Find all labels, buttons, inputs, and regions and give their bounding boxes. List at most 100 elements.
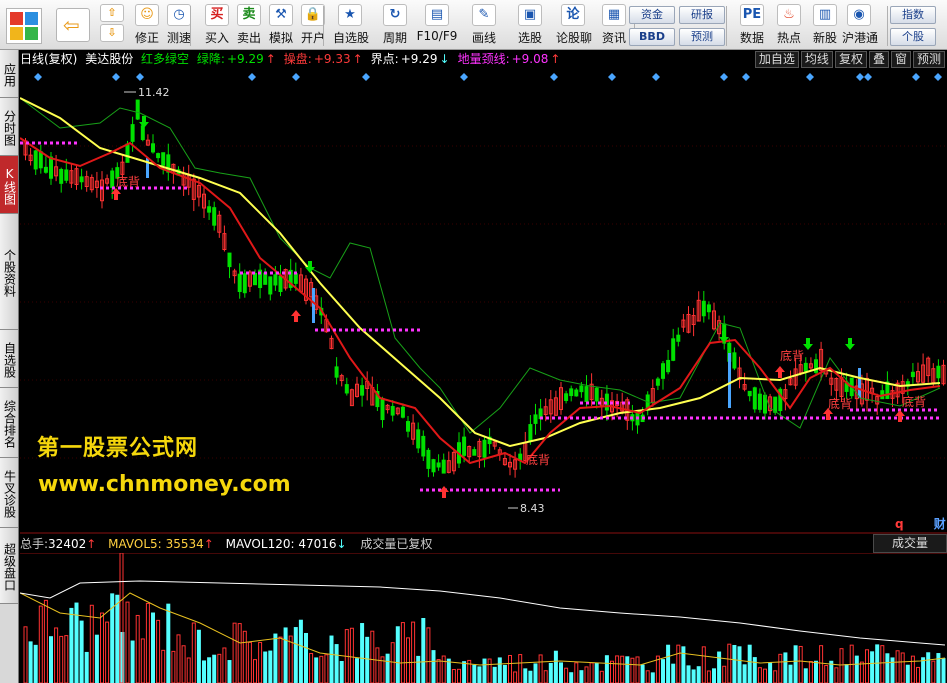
- mavol120-label: MAVOL120:: [225, 537, 295, 551]
- toolbar-pill-button[interactable]: 个股: [890, 28, 936, 46]
- volume-bar: [559, 662, 563, 683]
- left-tab[interactable]: 综合排名: [0, 388, 18, 458]
- up-arrow-icon: ⇧: [100, 4, 124, 22]
- volume-bar: [416, 655, 421, 683]
- left-tab[interactable]: 应用: [0, 50, 18, 98]
- candle-body: [706, 304, 711, 313]
- toolbar-smile-button[interactable]: ☺ 修正: [130, 4, 164, 48]
- chart-header-button[interactable]: 加自选: [754, 51, 799, 68]
- chart-header-button[interactable]: 均线: [800, 51, 833, 68]
- volume-bar: [314, 657, 319, 683]
- candle-body: [38, 151, 43, 169]
- signal-diamond-icon: [912, 73, 920, 81]
- toolbar-pill-button[interactable]: 资金: [629, 6, 675, 24]
- volume-bar: [421, 617, 426, 683]
- toolbar-pill-button[interactable]: 研报: [679, 6, 725, 24]
- total-arrow: ↑: [86, 537, 97, 551]
- right-mark-cai[interactable]: 财: [934, 517, 946, 531]
- candle-body: [227, 252, 232, 268]
- volume-bar: [717, 651, 722, 683]
- toolbar-star-button[interactable]: ★ 自选股: [333, 4, 369, 48]
- volume-bar: [487, 658, 492, 683]
- app-logo-icon[interactable]: [6, 8, 42, 44]
- chart-header-button[interactable]: 复权: [834, 51, 867, 68]
- signal-diamond-icon: [934, 73, 942, 81]
- volume-bar: [436, 659, 441, 683]
- volume-bar: [268, 650, 273, 683]
- toolbar-pencil-button[interactable]: ✎ 画线: [467, 4, 501, 48]
- volume-bar: [130, 640, 135, 683]
- period-label[interactable]: 日线(复权): [20, 52, 77, 66]
- left-tab[interactable]: 超级盘口: [0, 528, 18, 604]
- candle-body: [661, 363, 665, 379]
- toolbar-separator: [323, 6, 324, 46]
- toolbar-f10-button[interactable]: ▤ F10/F9: [415, 4, 459, 48]
- volume-bar: [253, 659, 257, 683]
- right-mark-q[interactable]: q: [895, 517, 904, 531]
- toolbar-lock-button[interactable]: 🔒 开户: [296, 4, 330, 48]
- left-tab[interactable]: 自选股: [0, 330, 18, 388]
- indicator-value: +9.33: [313, 52, 351, 66]
- toolbar-screen-button[interactable]: ▣ 选股: [513, 4, 547, 48]
- volume-bar: [135, 614, 140, 683]
- left-tab[interactable]: 分时图: [0, 98, 18, 156]
- volume-bar: [763, 668, 767, 683]
- signal-label: 底背: [780, 348, 804, 363]
- sell-arrow-icon: [803, 338, 813, 350]
- toolbar-chat-button[interactable]: 论论股聊: [556, 4, 592, 48]
- toolbar-pill-button[interactable]: 指数: [890, 6, 936, 24]
- hot-icon: ♨: [777, 4, 801, 26]
- candle-body: [747, 390, 752, 397]
- sell-arrow-icon: [139, 116, 149, 128]
- volume-bar: [166, 603, 171, 683]
- chart-header-button[interactable]: 窗: [890, 51, 911, 68]
- chart-header-button[interactable]: 预测: [912, 51, 945, 68]
- toolbar-buy-button[interactable]: 买买入: [200, 4, 234, 48]
- toolbar-button-label: F10/F9: [416, 29, 458, 43]
- candle-body: [237, 273, 242, 293]
- volume-bar: [778, 653, 783, 683]
- kline-chart[interactable]: 11.428.43底背底背底背底背 底背: [20, 68, 947, 534]
- scroll-up-down-button[interactable]: ⇧ ⇩: [100, 4, 124, 48]
- toolbar-news-button[interactable]: ▦ 资讯: [597, 4, 631, 48]
- volume-bar: [105, 621, 110, 683]
- toolbar-hot-button[interactable]: ♨ 热点: [772, 4, 806, 48]
- toolbar-pill-button[interactable]: 预测: [679, 28, 725, 46]
- buy-arrow-icon: [439, 486, 449, 498]
- candle-body: [344, 384, 349, 394]
- stock-name: 美达股份: [85, 52, 134, 66]
- toolbar-sell-button[interactable]: 卖卖出: [232, 4, 266, 48]
- toolbar-hk-connect-button[interactable]: ◉ 沪港通: [842, 4, 878, 48]
- volume-bar: [594, 662, 599, 683]
- candle-body: [242, 273, 247, 294]
- back-button[interactable]: ⇦: [56, 8, 90, 42]
- volume-panel-label[interactable]: 成交量: [873, 534, 947, 553]
- volume-chart[interactable]: [20, 553, 947, 683]
- volume-bar: [278, 636, 283, 683]
- left-tab[interactable]: 个股资料: [0, 214, 18, 330]
- toolbar-pill-button[interactable]: BBD: [629, 28, 675, 46]
- volume-bar: [905, 664, 910, 683]
- volume-bar: [247, 641, 252, 683]
- toolbar-button-label: 选股: [517, 31, 542, 45]
- volume-bar: [273, 633, 278, 683]
- volume-bar: [931, 660, 936, 683]
- candle-body: [584, 386, 589, 402]
- indicator-name[interactable]: 红多绿空: [141, 52, 189, 66]
- toolbar-pe-button[interactable]: PE 数据: [735, 4, 769, 48]
- volume-bar: [589, 662, 594, 683]
- candle-body: [380, 397, 385, 421]
- toolbar-hammer-button[interactable]: ⚒ 模拟: [264, 4, 298, 48]
- volume-bar: [615, 655, 620, 683]
- volume-bar: [661, 659, 665, 683]
- toolbar-newstock-button[interactable]: ▥ 新股: [808, 4, 842, 48]
- toolbar-cycle-button[interactable]: ↻ 周期: [378, 4, 412, 48]
- chart-header-button[interactable]: 叠: [868, 51, 889, 68]
- signal-diamond-icon: [34, 73, 42, 81]
- highlight-candle: [312, 288, 315, 323]
- volume-bar: [156, 619, 161, 683]
- candle-body: [273, 274, 278, 286]
- left-tab[interactable]: 牛叉诊股: [0, 458, 18, 528]
- watermark-title: 第一股票公式网: [37, 436, 199, 461]
- left-tab[interactable]: K线图: [0, 156, 18, 214]
